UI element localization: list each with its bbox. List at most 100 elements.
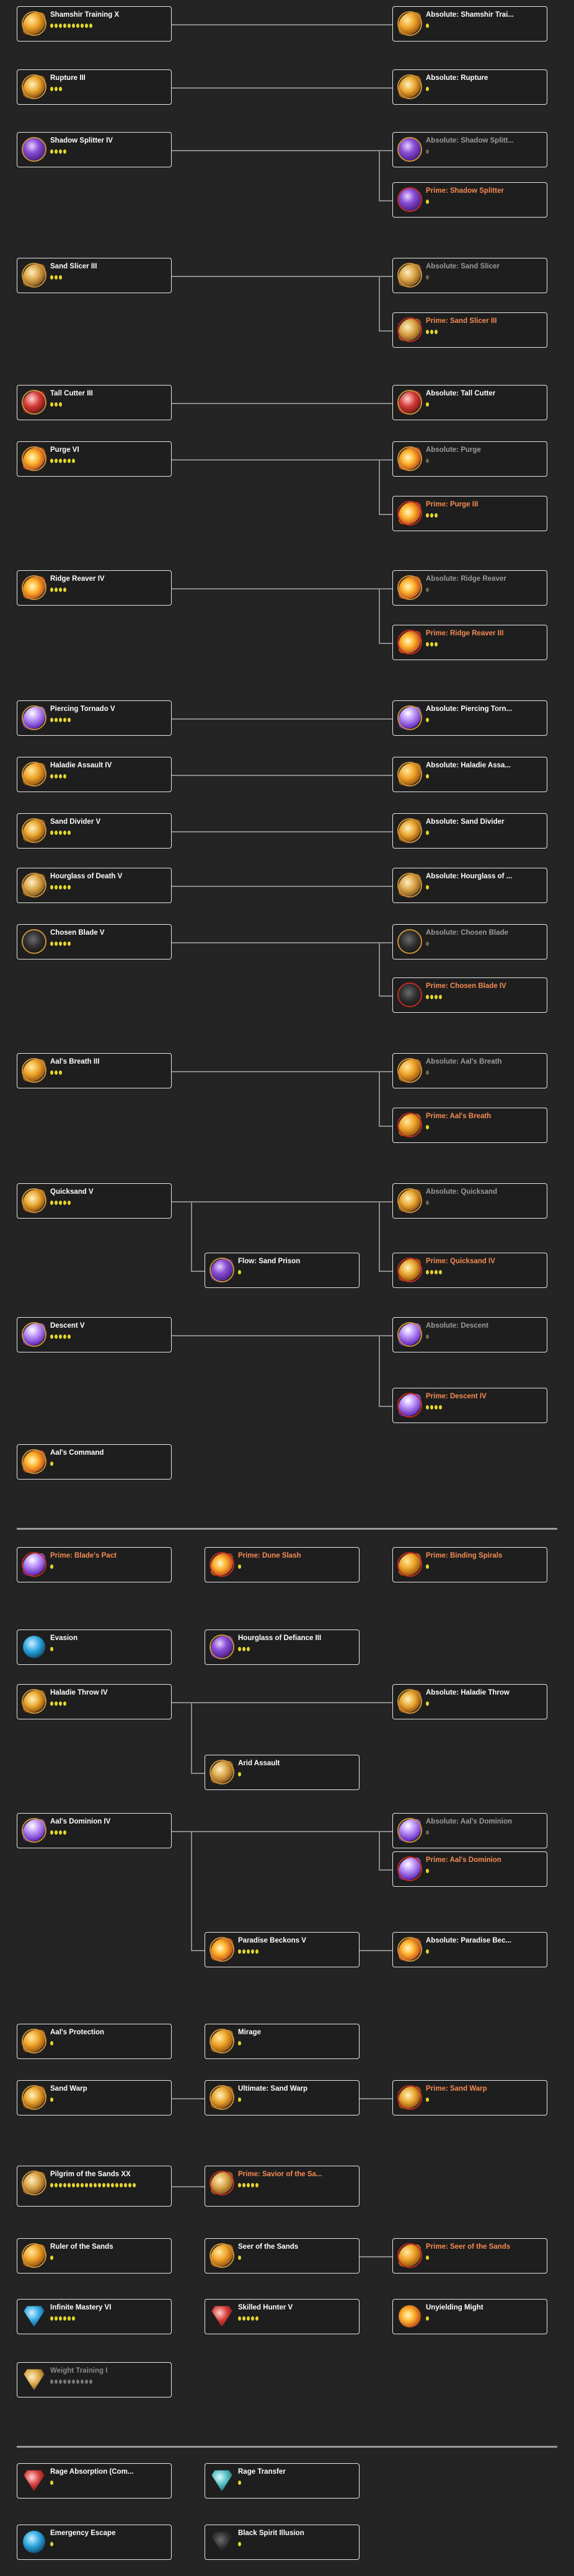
skill-node-card[interactable]: Descent V — [17, 1317, 172, 1352]
skill-node-card[interactable]: Absolute: Purge — [392, 441, 547, 477]
skill-node-card[interactable]: Aal's Breath III — [17, 1053, 172, 1088]
skill-node-card[interactable]: Skilled Hunter V — [205, 2299, 360, 2334]
skill-node-card[interactable]: Mirage — [205, 2024, 360, 2059]
skill-node-card[interactable]: Unyielding Might — [392, 2299, 547, 2334]
skill-level-pip — [55, 87, 58, 91]
skill-level-pip — [50, 1462, 53, 1466]
skill-node-card[interactable]: Prime: Quicksand IV — [392, 1253, 547, 1288]
skill-level-pip — [63, 1201, 66, 1205]
skill-node-card[interactable]: Piercing Tornado V — [17, 700, 172, 736]
skill-node-card[interactable]: Absolute: Rupture — [392, 69, 547, 105]
skill-node-card[interactable]: Shadow Splitter IV — [17, 132, 172, 167]
skill-name-label: Absolute: Chosen Blade — [426, 929, 543, 938]
skill-level-pip — [72, 24, 75, 28]
skill-node-card[interactable]: Paradise Beckons V — [205, 1932, 360, 1967]
skill-node-card[interactable]: Absolute: Shadow Splitt... — [392, 132, 547, 167]
skill-node-card[interactable]: Ultimate: Sand Warp — [205, 2080, 360, 2115]
skill-node-card[interactable]: Rage Transfer — [205, 2463, 360, 2499]
skill-level-pip — [426, 995, 429, 999]
skill-level-pip — [59, 275, 62, 280]
skill-node-card[interactable]: Prime: Binding Spirals — [392, 1547, 547, 1582]
skill-level-pips — [50, 2256, 154, 2260]
skill-node-card[interactable]: Absolute: Shamshir Trai... — [392, 6, 547, 42]
skill-node-card[interactable]: Absolute: Haladie Assa... — [392, 757, 547, 792]
skill-icon — [397, 2085, 422, 2110]
skill-node-card[interactable]: Weight Training I — [17, 2362, 172, 2397]
skill-node-card[interactable]: Rupture III — [17, 69, 172, 105]
skill-node-card[interactable]: Prime: Chosen Blade IV — [392, 977, 547, 1013]
skill-node-card[interactable]: Hourglass of Death V — [17, 868, 172, 903]
skill-node-card[interactable]: Seer of the Sands — [205, 2238, 360, 2274]
skill-level-pip — [50, 885, 53, 889]
skill-node-card[interactable]: Absolute: Tall Cutter — [392, 385, 547, 420]
skill-node-card[interactable]: Sand Slicer III — [17, 258, 172, 293]
skill-node-card[interactable]: Pilgrim of the Sands XX — [17, 2166, 172, 2207]
skill-node-card[interactable]: Prime: Descent IV — [392, 1388, 547, 1423]
skill-node-card[interactable]: Absolute: Ridge Reaver — [392, 570, 547, 606]
skill-name-label: Pilgrim of the Sands XX — [50, 2170, 167, 2179]
skill-node-card[interactable]: Evasion — [17, 1630, 172, 1665]
skill-name-label: Absolute: Rupture — [426, 74, 543, 83]
skill-icon — [397, 982, 422, 1007]
skill-node-card[interactable]: Quicksand V — [17, 1183, 172, 1219]
skill-node-card[interactable]: Purge VI — [17, 441, 172, 477]
skill-icon — [22, 2367, 46, 2392]
skill-level-pip — [238, 1270, 241, 1274]
skill-node-card[interactable]: Prime: Seer of the Sands — [392, 2238, 547, 2274]
skill-level-pips — [50, 1462, 154, 1466]
skill-level-pips — [50, 885, 154, 889]
skill-node-card[interactable]: Hourglass of Defiance III — [205, 1630, 360, 1665]
skill-node-card[interactable]: Absolute: Quicksand — [392, 1183, 547, 1219]
skill-node-card[interactable]: Prime: Purge III — [392, 496, 547, 531]
skill-node-card[interactable]: Absolute: Sand Slicer — [392, 258, 547, 293]
skill-node-card[interactable]: Prime: Aal's Dominion — [392, 1851, 547, 1887]
skill-node-card[interactable]: Prime: Shadow Splitter — [392, 182, 547, 218]
skill-node-card[interactable]: Absolute: Chosen Blade — [392, 924, 547, 959]
skill-node-card[interactable]: Prime: Sand Warp — [392, 2080, 547, 2115]
skill-node-card[interactable]: Chosen Blade V — [17, 924, 172, 959]
connector-line-horizontal — [360, 1950, 392, 1951]
skill-node-card[interactable]: Absolute: Hourglass of ... — [392, 868, 547, 903]
skill-node-card[interactable]: Absolute: Descent — [392, 1317, 547, 1352]
skill-node-card[interactable]: Tall Cutter III — [17, 385, 172, 420]
skill-node-card[interactable]: Prime: Dune Slash — [205, 1547, 360, 1582]
skill-icon — [22, 11, 46, 36]
skill-node-card[interactable]: Aal's Dominion IV — [17, 1813, 172, 1848]
skill-level-pips — [426, 642, 530, 646]
skill-level-pip — [68, 831, 71, 835]
skill-node-card[interactable]: Sand Warp — [17, 2080, 172, 2115]
skill-node-card[interactable]: Infinite Mastery VI — [17, 2299, 172, 2334]
skill-level-pip — [63, 2380, 66, 2384]
skill-node-card[interactable]: Prime: Sand Slicer III — [392, 312, 547, 348]
skill-level-pip — [76, 2380, 79, 2384]
skill-node-card[interactable]: Rage Absorption (Com... — [17, 2463, 172, 2499]
skill-node-card[interactable]: Haladie Assault IV — [17, 757, 172, 792]
skill-level-pips — [426, 24, 530, 28]
skill-node-card[interactable]: Emergency Escape — [17, 2525, 172, 2560]
skill-node-card[interactable]: Ruler of the Sands — [17, 2238, 172, 2274]
skill-level-pip — [63, 718, 66, 722]
skill-name-label: Shadow Splitter IV — [50, 136, 167, 146]
skill-node-card[interactable]: Shamshir Training X — [17, 6, 172, 42]
skill-node-card[interactable]: Arid Assault — [205, 1755, 360, 1790]
skill-node-card[interactable]: Flow: Sand Prison — [205, 1253, 360, 1288]
skill-node-card[interactable]: Absolute: Piercing Torn... — [392, 700, 547, 736]
skill-node-card[interactable]: Haladie Throw IV — [17, 1684, 172, 1719]
skill-node-card[interactable]: Absolute: Aal's Dominion — [392, 1813, 547, 1848]
skill-node-card[interactable]: Absolute: Sand Divider — [392, 813, 547, 849]
skill-node-card[interactable]: Black Spirit Illusion — [205, 2525, 360, 2560]
skill-node-card[interactable]: Sand Divider V — [17, 813, 172, 849]
skill-node-card[interactable]: Prime: Savior of the Sa... — [205, 2166, 360, 2207]
skill-node-card[interactable]: Ridge Reaver IV — [17, 570, 172, 606]
skill-node-card[interactable]: Aal's Protection — [17, 2024, 172, 2059]
skill-node-card[interactable]: Prime: Blade's Pact — [17, 1547, 172, 1582]
skill-node-card[interactable]: Prime: Aal's Breath — [392, 1108, 547, 1143]
skill-node-card[interactable]: Prime: Ridge Reaver III — [392, 625, 547, 660]
skill-node-card[interactable]: Aal's Command — [17, 1444, 172, 1480]
skill-node-card[interactable]: Absolute: Paradise Bec... — [392, 1932, 547, 1967]
skill-name-label: Descent V — [50, 1321, 167, 1331]
skill-name-label: Hourglass of Defiance III — [238, 1634, 355, 1643]
skill-node-card[interactable]: Absolute: Haladie Throw — [392, 1684, 547, 1719]
skill-level-pip — [63, 774, 66, 779]
skill-node-card[interactable]: Absolute: Aal's Breath — [392, 1053, 547, 1088]
